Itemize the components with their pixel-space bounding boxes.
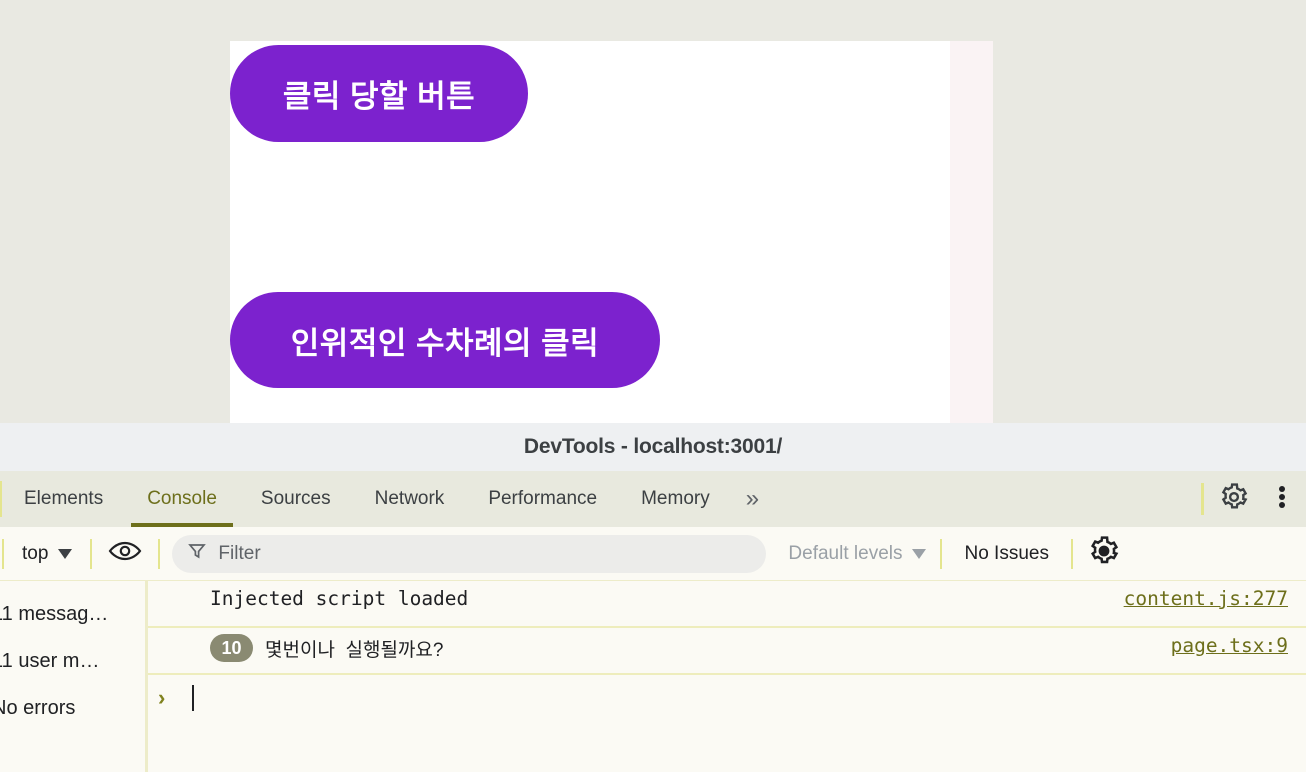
chevron-down-icon bbox=[58, 548, 73, 559]
tab-network-label: Network bbox=[374, 488, 445, 509]
sidebar-item-messages[interactable]: 11 messag… bbox=[0, 591, 145, 638]
text-cursor bbox=[192, 685, 194, 711]
table-row[interactable]: Injected script loaded content.js:277 bbox=[148, 581, 1306, 628]
toolbar-separator-3 bbox=[940, 538, 943, 569]
execution-context-selector[interactable]: top bbox=[6, 543, 88, 565]
devtools-overflow-menu-button[interactable] bbox=[1258, 471, 1306, 527]
page-vertical-scrollbar[interactable] bbox=[950, 41, 993, 423]
tab-performance[interactable]: Performance bbox=[466, 471, 619, 527]
console-body: 11 messag… 11 user m… No errors Injected… bbox=[0, 581, 1306, 772]
tabbar-separator bbox=[1201, 483, 1204, 515]
console-message-text: Injected script loaded bbox=[210, 587, 469, 610]
console-settings-button[interactable] bbox=[1075, 535, 1133, 572]
gear-icon bbox=[1088, 535, 1120, 572]
toolbar-left-edge bbox=[2, 538, 4, 569]
log-levels-label: Default levels bbox=[788, 542, 903, 564]
click-target-button[interactable]: 클릭 당할 버튼 bbox=[230, 45, 528, 142]
artificial-multi-click-button[interactable]: 인위적인 수차례의 클릭 bbox=[230, 292, 660, 388]
console-message-text: 몇번이나 실행될까요? bbox=[265, 639, 444, 661]
tab-elements-label: Elements bbox=[24, 488, 104, 509]
screen-root: 클릭 당할 버튼 인위적인 수차례의 클릭 DevTools - localho… bbox=[0, 0, 1306, 772]
devtools-titlebar: DevTools - localhost:3001/ bbox=[0, 423, 1306, 471]
page-content: 클릭 당할 버튼 인위적인 수차례의 클릭 bbox=[230, 41, 950, 423]
more-tabs-chevron-icon[interactable]: » bbox=[732, 471, 770, 527]
tabbar-spacer bbox=[770, 471, 1195, 527]
tab-console[interactable]: Console bbox=[125, 471, 239, 527]
console-sidebar: 11 messag… 11 user m… No errors bbox=[0, 581, 148, 772]
issues-status-button[interactable]: No Issues bbox=[944, 543, 1068, 565]
prompt-chevron-icon: › bbox=[158, 685, 166, 710]
console-prompt-row[interactable]: › bbox=[148, 675, 1306, 721]
console-message-source-link[interactable]: content.js:277 bbox=[1104, 587, 1288, 610]
issues-label: No Issues bbox=[964, 542, 1049, 564]
chevron-down-icon bbox=[912, 548, 927, 559]
tab-performance-label: Performance bbox=[488, 488, 598, 509]
toolbar-separator-4 bbox=[1070, 538, 1073, 569]
devtools-tabbar: Elements Console Sources Network Perform… bbox=[0, 471, 1306, 527]
devtools-settings-button[interactable] bbox=[1210, 471, 1258, 527]
sidebar-item-errors[interactable]: No errors bbox=[0, 685, 145, 732]
tab-elements[interactable]: Elements bbox=[2, 471, 125, 527]
toolbar-separator-1 bbox=[90, 538, 93, 569]
browser-page-viewport: 클릭 당할 버튼 인위적인 수차례의 클릭 bbox=[0, 0, 1306, 423]
filter-funnel-icon bbox=[188, 542, 207, 565]
console-filter-toolbar: top Filter Default levels No Issues bbox=[0, 527, 1306, 581]
eye-icon bbox=[108, 539, 142, 568]
live-expression-button[interactable] bbox=[94, 539, 156, 568]
tab-network[interactable]: Network bbox=[353, 471, 467, 527]
three-dot-menu-icon bbox=[1278, 482, 1286, 517]
sidebar-item-user-messages-label: 11 user m… bbox=[0, 650, 100, 672]
more-tabs-label: » bbox=[745, 485, 759, 512]
log-levels-selector[interactable]: Default levels bbox=[776, 543, 938, 565]
console-filter-input[interactable]: Filter bbox=[172, 534, 767, 573]
tab-sources[interactable]: Sources bbox=[239, 471, 353, 527]
sidebar-item-errors-label: No errors bbox=[0, 697, 76, 719]
tab-memory[interactable]: Memory bbox=[619, 471, 732, 527]
execution-context-label: top bbox=[22, 542, 49, 564]
gear-icon bbox=[1219, 482, 1249, 517]
status-badge: 10 bbox=[210, 634, 253, 662]
console-message-source-link[interactable]: page.tsx:9 bbox=[1151, 634, 1288, 657]
sidebar-item-user-messages[interactable]: 11 user m… bbox=[0, 638, 145, 685]
toolbar-separator-2 bbox=[158, 538, 161, 569]
tab-sources-label: Sources bbox=[260, 488, 331, 509]
console-message-content: 10 몇번이나 실행될까요? bbox=[210, 634, 1151, 662]
console-message-content: Injected script loaded bbox=[210, 587, 1104, 610]
sidebar-item-messages-label: 11 messag… bbox=[0, 603, 109, 625]
tab-console-label: Console bbox=[147, 488, 217, 509]
devtools-window: DevTools - localhost:3001/ Elements Cons… bbox=[0, 423, 1306, 772]
console-message-list: Injected script loaded content.js:277 10… bbox=[148, 581, 1306, 772]
table-row[interactable]: 10 몇번이나 실행될까요? page.tsx:9 bbox=[148, 628, 1306, 675]
tab-memory-label: Memory bbox=[641, 488, 710, 509]
devtools-title: DevTools - localhost:3001/ bbox=[523, 435, 783, 458]
console-filter-placeholder: Filter bbox=[218, 542, 261, 564]
